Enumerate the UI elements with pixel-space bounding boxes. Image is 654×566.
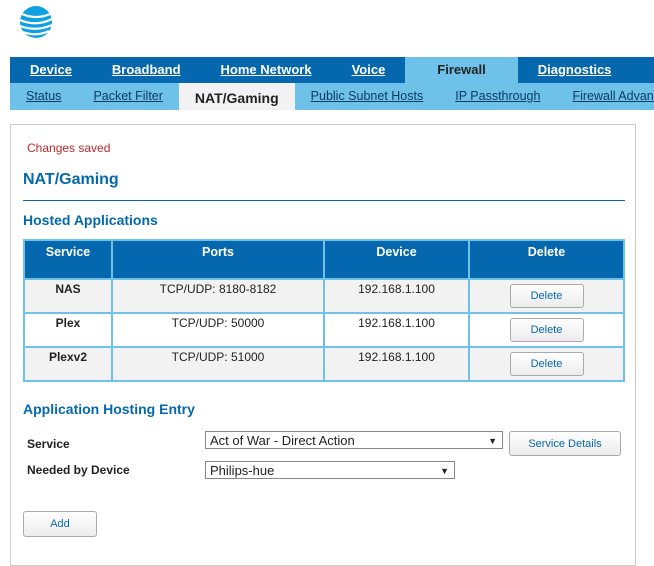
col-device: Device [323,239,470,280]
subnav-ip-passthrough[interactable]: IP Passthrough [439,83,556,110]
table-row: Plex TCP/UDP: 50000 192.168.1.100 Delete [23,312,625,348]
table-row: Plexv2 TCP/UDP: 51000 192.168.1.100 Dele… [23,346,625,382]
delete-button[interactable]: Delete [509,318,584,342]
cell-delete: Delete [468,278,625,314]
subnav-firewall-advanced[interactable]: Firewall Advanced [556,83,654,110]
cell-device: 192.168.1.100 [323,278,470,314]
cell-ports: TCP/UDP: 8180-8182 [111,278,325,314]
col-delete: Delete [468,239,625,280]
att-logo [19,6,53,38]
cell-ports: TCP/UDP: 51000 [111,346,325,382]
cell-delete: Delete [468,346,625,382]
nav-diagnostics[interactable]: Diagnostics [518,57,632,83]
service-label: Service [27,437,70,451]
divider [23,200,625,201]
col-service: Service [23,239,113,280]
delete-button[interactable]: Delete [509,284,584,308]
cell-service: Plexv2 [23,346,113,382]
service-select-value: Act of War - Direct Action [210,433,355,448]
cell-device: 192.168.1.100 [323,346,470,382]
subnav-packet-filter[interactable]: Packet Filter [77,83,178,110]
status-message: Changes saved [27,141,111,155]
nav-broadband[interactable]: Broadband [92,57,201,83]
hosted-apps-table: Service Ports Device Delete NAS TCP/UDP:… [23,239,625,382]
page-title: NAT/Gaming [23,171,119,188]
hosting-entry-heading: Application Hosting Entry [23,401,195,417]
add-button[interactable]: Add [23,511,97,537]
table-row: NAS TCP/UDP: 8180-8182 192.168.1.100 Del… [23,278,625,314]
main-nav: Device Broadband Home Network Voice Fire… [10,57,654,83]
sub-nav: Status Packet Filter NAT/Gaming Public S… [10,83,654,110]
service-details-button[interactable]: Service Details [509,431,621,456]
col-ports: Ports [111,239,325,280]
chevron-down-icon: ▼ [488,436,497,446]
subnav-nat-gaming[interactable]: NAT/Gaming [178,83,295,110]
hosted-apps-heading: Hosted Applications [23,212,158,228]
device-select[interactable]: Philips-hue ▼ [205,461,455,479]
cell-ports: TCP/UDP: 50000 [111,312,325,348]
cell-service: NAS [23,278,113,314]
device-label: Needed by Device [27,463,130,477]
cell-delete: Delete [468,312,625,348]
device-select-value: Philips-hue [210,463,275,478]
subnav-public-subnet-hosts[interactable]: Public Subnet Hosts [295,83,440,110]
subnav-status[interactable]: Status [10,83,77,110]
nav-home-network[interactable]: Home Network [201,57,332,83]
nav-firewall[interactable]: Firewall [405,57,518,83]
nav-device[interactable]: Device [10,57,92,83]
nav-voice[interactable]: Voice [332,57,406,83]
chevron-down-icon: ▼ [440,466,449,476]
service-select[interactable]: Act of War - Direct Action ▼ [205,431,503,449]
delete-button[interactable]: Delete [509,352,584,376]
cell-device: 192.168.1.100 [323,312,470,348]
cell-service: Plex [23,312,113,348]
